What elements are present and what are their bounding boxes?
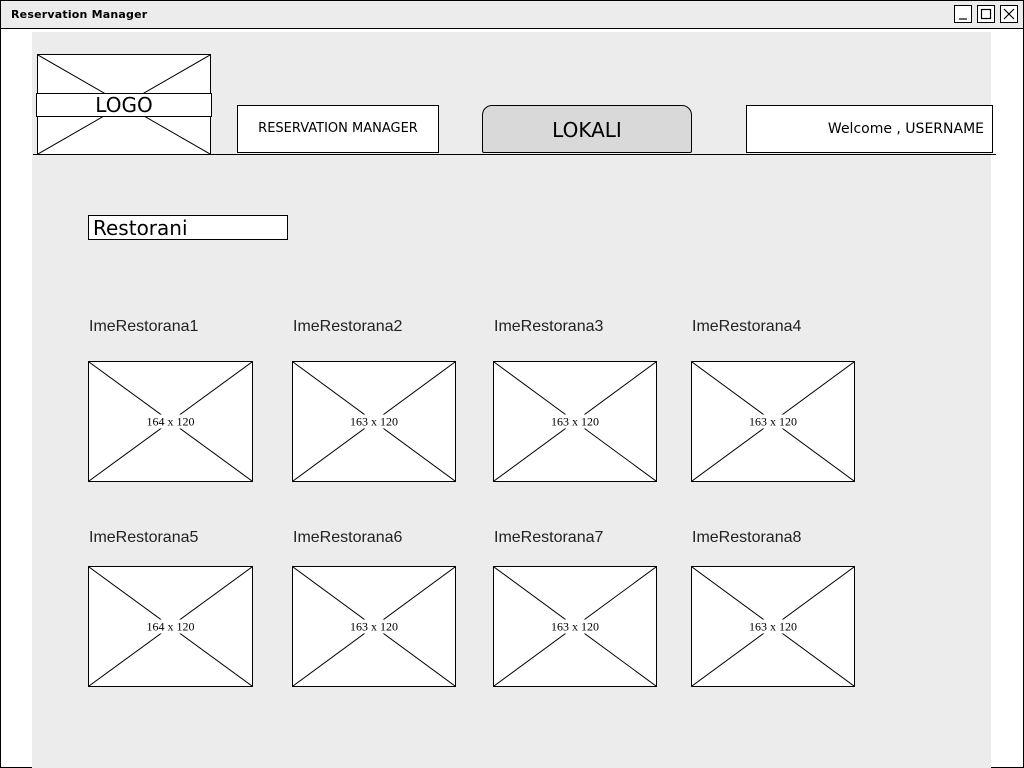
tab-lokali[interactable]: LOKALI (482, 105, 692, 153)
image-size-label: 164 x 120 (89, 414, 252, 429)
image-size-label: 164 x 120 (89, 619, 252, 634)
restaurant-name[interactable]: ImeRestorana7 (494, 529, 603, 547)
nav-reservation-manager[interactable]: RESERVATION MANAGER (237, 105, 439, 153)
image-size-text: 164 x 120 (145, 414, 196, 428)
close-icon (1003, 8, 1015, 20)
header-divider (33, 154, 996, 155)
restaurant-image[interactable]: 163 x 120 (691, 361, 855, 482)
image-size-label: 163 x 120 (692, 619, 854, 634)
image-size-text: 163 x 120 (349, 414, 399, 428)
image-size-label: 163 x 120 (692, 414, 854, 429)
restaurant-name[interactable]: ImeRestorana2 (293, 318, 402, 336)
restaurant-image[interactable]: 164 x 120 (88, 361, 253, 482)
section-title: Restorani (88, 215, 288, 240)
restaurant-name[interactable]: ImeRestorana3 (494, 318, 603, 336)
restaurant-image[interactable]: 163 x 120 (292, 566, 456, 687)
window-title: Reservation Manager (11, 8, 148, 21)
minimize-button[interactable] (954, 5, 972, 23)
image-size-label: 163 x 120 (494, 414, 656, 429)
restaurant-image[interactable]: 163 x 120 (691, 566, 855, 687)
restaurant-name[interactable]: ImeRestorana5 (89, 529, 198, 547)
image-size-text: 163 x 120 (550, 619, 600, 633)
restaurant-image[interactable]: 164 x 120 (88, 566, 253, 687)
restaurant-name[interactable]: ImeRestorana4 (692, 318, 801, 336)
maximize-button[interactable] (977, 5, 995, 23)
image-size-text: 163 x 120 (349, 619, 399, 633)
maximize-icon (980, 8, 992, 20)
image-size-label: 163 x 120 (293, 414, 455, 429)
title-bar: Reservation Manager (1, 1, 1023, 29)
image-size-label: 163 x 120 (494, 619, 656, 634)
image-size-text: 163 x 120 (748, 414, 798, 428)
logo: LOGO (36, 54, 212, 155)
logo-label: LOGO (36, 93, 212, 117)
close-button[interactable] (1000, 5, 1018, 23)
image-size-text: 163 x 120 (748, 619, 798, 633)
restaurant-name[interactable]: ImeRestorana8 (692, 529, 801, 547)
minimize-icon (959, 18, 967, 20)
restaurant-image[interactable]: 163 x 120 (292, 361, 456, 482)
image-size-text: 163 x 120 (550, 414, 600, 428)
image-size-text: 164 x 120 (145, 619, 196, 633)
restaurant-name[interactable]: ImeRestorana6 (293, 529, 402, 547)
welcome-user[interactable]: Welcome , USERNAME (746, 105, 993, 153)
restaurant-image[interactable]: 163 x 120 (493, 361, 657, 482)
image-size-label: 163 x 120 (293, 619, 455, 634)
restaurant-name[interactable]: ImeRestorana1 (89, 318, 198, 336)
restaurant-image[interactable]: 163 x 120 (493, 566, 657, 687)
